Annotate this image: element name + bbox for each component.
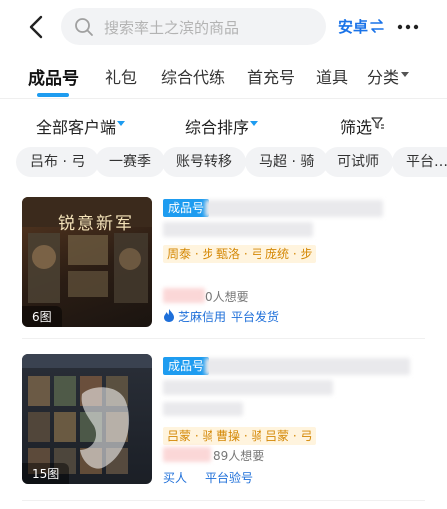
more-options-icon[interactable] [397, 16, 419, 38]
tab-items[interactable]: 道具 [316, 64, 348, 88]
hero-tag: 吕蒙 · 弓 [261, 427, 317, 445]
listing-card[interactable]: 15图 成品号 吕蒙 · 骑 曹操 · 骑 吕蒙 · 弓 89人想要 买人 平台… [0, 350, 447, 500]
hero-tag: 甄洛 · 弓 [212, 245, 268, 263]
hero-tag: 庞统 · 步 [261, 245, 317, 263]
search-input[interactable]: 搜索率土之滨的商品 [61, 8, 326, 45]
image-count: 15图 [22, 463, 70, 484]
tab-category[interactable]: 分类 [367, 64, 399, 88]
chip-lvbu[interactable]: 吕布 · 弓 [16, 147, 100, 177]
buyer-label: 买人 [163, 471, 188, 485]
filter-button[interactable]: 筛选 [340, 114, 372, 138]
chip-account-transfer[interactable]: 账号转移 [162, 147, 246, 177]
redacted-title [163, 402, 243, 416]
chip-trial[interactable]: 可试师 [323, 147, 393, 177]
chip-platform[interactable]: 平台… [392, 147, 447, 177]
tab-boosting[interactable]: 综合代练 [161, 64, 225, 88]
redacted-title [163, 222, 313, 237]
chevron-down-icon [401, 72, 409, 77]
redacted-title [163, 380, 333, 395]
tab-finished-account[interactable]: 成品号 [28, 64, 79, 89]
want-count: 0人想要 [205, 290, 249, 304]
sort-order-dropdown[interactable]: 综合排序 [185, 114, 249, 138]
verification-label: 平台验号 [205, 471, 254, 485]
swap-icon[interactable] [370, 19, 384, 33]
listing-thumbnail[interactable]: 锐意新军 6图 [22, 197, 152, 327]
filter-icon [371, 117, 384, 129]
redacted-title [205, 358, 410, 375]
client-filter-dropdown[interactable]: 全部客户端 [36, 114, 116, 138]
top-bar: 搜索率土之滨的商品 安卓 [0, 0, 447, 55]
hero-tag: 周泰 · 步 [163, 245, 219, 263]
platform-switch[interactable]: 安卓 [338, 16, 368, 37]
tab-first-recharge[interactable]: 首充号 [247, 64, 295, 88]
listing-card[interactable]: 锐意新军 6图 成品号 周泰 · 步 甄洛 · 弓 庞统 · 步 0人想要 芝麻… [0, 195, 447, 335]
chip-season-one[interactable]: 一赛季 [95, 147, 165, 177]
redacted-price [163, 288, 205, 303]
delivery-label: 平台发货 [231, 310, 280, 324]
flame-icon [164, 309, 174, 322]
redacted-title [205, 200, 383, 217]
listing-thumbnail[interactable]: 15图 [22, 354, 152, 484]
hero-tag: 吕蒙 · 骑 [163, 427, 219, 445]
thumbnail-title: 锐意新军 [58, 214, 134, 234]
list-divider [22, 338, 425, 339]
search-placeholder: 搜索率土之滨的商品 [104, 19, 240, 37]
chevron-down-icon [250, 121, 258, 126]
tab-gift-pack[interactable]: 礼包 [105, 64, 137, 88]
redacted-price [163, 447, 211, 462]
chevron-down-icon [117, 121, 125, 126]
want-count: 89人想要 [213, 449, 265, 463]
back-arrow-icon[interactable] [24, 14, 50, 40]
listing-badge: 成品号 [163, 199, 210, 217]
listing-badge: 成品号 [163, 357, 210, 375]
search-icon [75, 18, 93, 36]
hero-tag: 曹操 · 骑 [212, 427, 268, 445]
active-tab-indicator [37, 93, 69, 97]
credit-label: 芝麻信用 [178, 310, 227, 324]
list-divider [22, 500, 425, 501]
category-tabs: 成品号 礼包 综合代练 首充号 道具 分类 [0, 58, 447, 99]
chip-machao[interactable]: 马超 · 骑 [245, 147, 329, 177]
image-count: 6图 [22, 306, 62, 327]
